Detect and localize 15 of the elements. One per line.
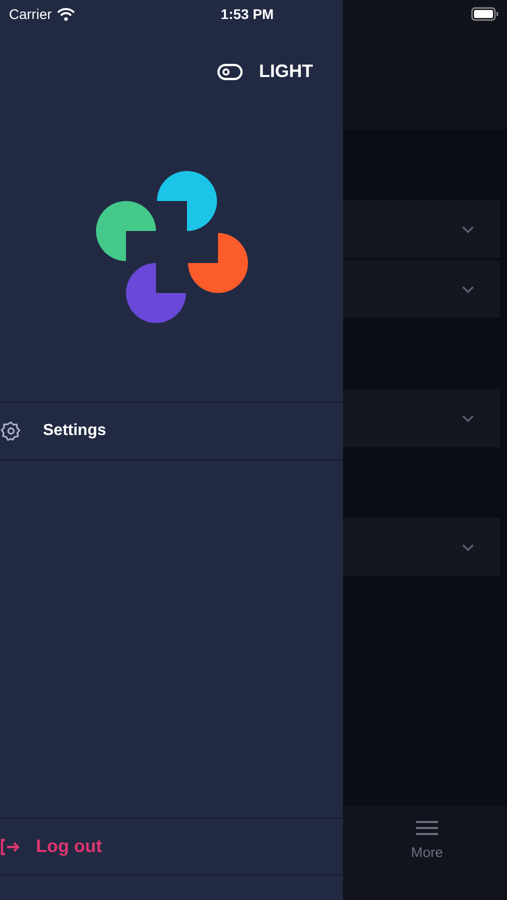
- logout-icon: [0, 838, 20, 856]
- menu-icon: [415, 820, 439, 836]
- wifi-icon: [56, 8, 75, 20]
- status-time: 1:53 PM: [220, 4, 274, 24]
- carrier-label: Carrier: [9, 4, 52, 24]
- settings-icon: [0, 420, 22, 442]
- theme-toggle[interactable]: LIGHT: [217, 58, 313, 85]
- dropdown-card[interactable]: [343, 518, 500, 576]
- dropdown-card[interactable]: [343, 260, 500, 318]
- battery-icon: [471, 7, 499, 21]
- more-tab[interactable]: More: [411, 820, 443, 863]
- dropdown-card[interactable]: [343, 200, 500, 258]
- dropdown-card[interactable]: [343, 389, 500, 447]
- toggle-icon: [217, 62, 243, 80]
- settings-item[interactable]: Settings: [0, 403, 343, 459]
